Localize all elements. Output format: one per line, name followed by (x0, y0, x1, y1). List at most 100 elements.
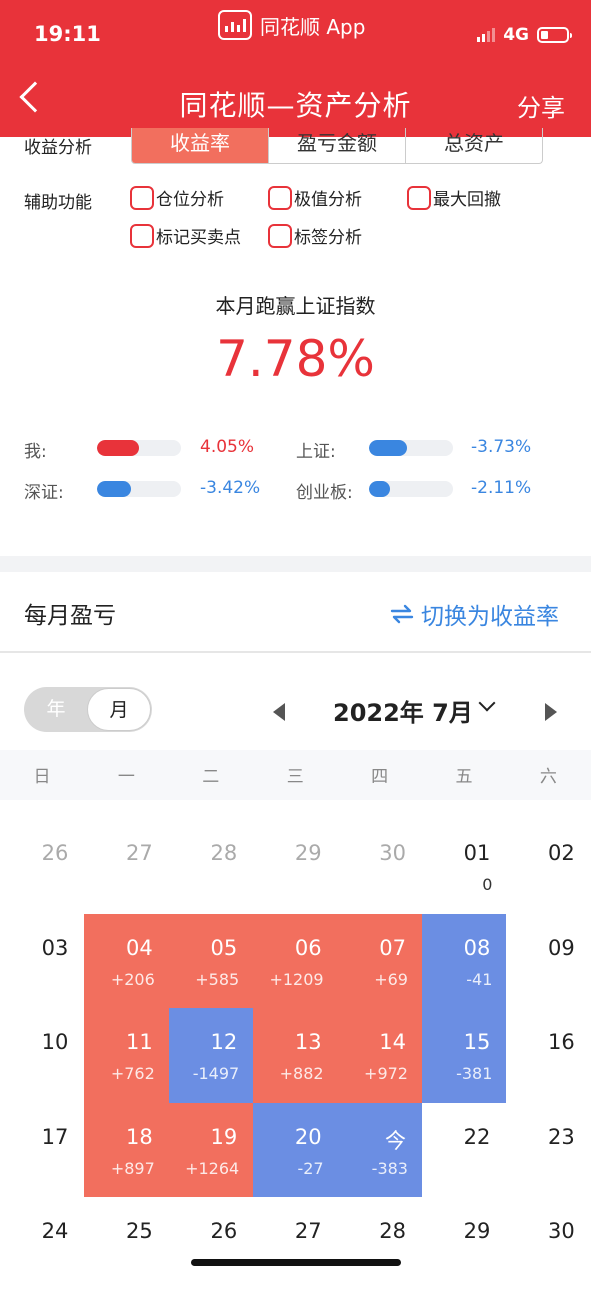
calendar-day-cell[interactable]: 今 -383 (337, 1102, 422, 1197)
day-number: 20 (294, 1124, 322, 1149)
calendar-day-cell[interactable]: 18 +897 (84, 1102, 169, 1197)
day-number: 30 (379, 841, 406, 865)
day-number: 28 (210, 841, 238, 865)
day-number: 23 (548, 1124, 575, 1149)
checkbox-extreme-analysis[interactable]: 极值分析 (268, 185, 362, 210)
aux-label: 辅助功能 (24, 193, 92, 213)
calendar-day-cell[interactable]: 07 +69 (337, 913, 422, 1008)
day-pnl: -383 (371, 1158, 408, 1178)
calendar-day-cell[interactable]: 06 +1209 (253, 913, 338, 1008)
next-month-icon[interactable] (545, 703, 557, 721)
calendar-day-cell[interactable]: 24 (0, 1197, 84, 1292)
day-number: 02 (548, 841, 575, 865)
checkbox-max-drawdown[interactable]: 最大回撤 (407, 185, 501, 210)
switch-to-return-button[interactable]: 切换为收益率 (389, 597, 559, 631)
home-indicator (191, 1259, 401, 1266)
weekday-label: 四 (371, 767, 389, 787)
weekday-label: 三 (286, 767, 304, 787)
calendar-day-cell[interactable]: 04 +206 (84, 913, 169, 1008)
status-time: 19:11 (34, 22, 101, 46)
weekday-header: 日 一 二 三 四 五 六 (0, 750, 591, 800)
day-number: 30 (548, 1219, 575, 1243)
checkbox-trade-points[interactable]: 标记买卖点 (130, 223, 241, 248)
day-number: 13 (294, 1030, 322, 1054)
checkbox-icon (268, 185, 292, 210)
compare-bar-shanghai (369, 440, 453, 456)
calendar-day-cell[interactable]: 15 -381 (422, 1008, 507, 1103)
compare-bar-fill (369, 440, 407, 456)
day-number: 25 (126, 1219, 153, 1243)
status-app-link[interactable]: 同花顺 App (218, 10, 365, 40)
calendar-day-cell[interactable]: 10 (0, 1008, 84, 1103)
day-number: 06 (294, 935, 322, 960)
calendar-day-cell[interactable]: 17 (0, 1103, 84, 1198)
tab-total-assets[interactable]: 总资产 (406, 128, 542, 163)
calendar-day-cell[interactable]: 26 (0, 819, 84, 914)
day-number: 19 (210, 1124, 238, 1149)
day-number: 18 (126, 1124, 153, 1149)
day-pnl: +1264 (185, 1158, 240, 1178)
battery-icon (537, 27, 572, 43)
calendar-day-cell[interactable]: 27 (253, 1197, 337, 1292)
calendar-day-cell[interactable]: 27 (84, 819, 168, 914)
day-number: 16 (548, 1030, 575, 1054)
analysis-label: 收益分析 (24, 138, 92, 158)
network-label: 4G (503, 25, 529, 45)
checkbox-icon (407, 185, 431, 210)
calendar-day-cell[interactable]: 28 (169, 819, 253, 914)
calendar-day-cell[interactable]: 23 (506, 1103, 590, 1198)
calendar-day-cell[interactable]: 12 -1497 (168, 1008, 254, 1103)
status-app-name: 同花顺 App (260, 14, 366, 39)
calendar-day-cell[interactable]: 26 (169, 1197, 253, 1292)
calendar-day-cell[interactable]: 11 +762 (84, 1008, 169, 1103)
calendar-day-cell[interactable]: 19 +1264 (168, 1102, 254, 1197)
tab-return-rate[interactable]: 收益率 (132, 128, 269, 163)
year-month-toggle[interactable]: 年 月 (24, 687, 152, 732)
day-pnl: +882 (279, 1064, 324, 1083)
compare-value-chinext: -2.11% (471, 478, 532, 498)
calendar-day-cell[interactable]: 29 (253, 819, 337, 914)
toggle-year[interactable]: 年 (24, 687, 88, 732)
share-button[interactable]: 分享 (517, 88, 565, 123)
compare-value-me: 4.05% (200, 437, 255, 457)
calendar-day-cell[interactable]: 30 (506, 1197, 590, 1292)
weekday-label: 六 (539, 767, 557, 787)
day-number: 04 (126, 935, 153, 960)
app-logo-icon (218, 10, 252, 40)
calendar-day-cell[interactable]: 25 (84, 1197, 168, 1292)
calendar-day-cell[interactable]: 22 (422, 1103, 506, 1198)
calendar-day-cell[interactable]: 02 (506, 819, 590, 914)
compare-label-me: 我: (24, 442, 47, 462)
day-pnl: -41 (466, 969, 493, 989)
compare-value-shenzhen: -3.42% (200, 478, 261, 498)
toggle-month[interactable]: 月 (87, 688, 151, 731)
day-number: 29 (463, 1219, 491, 1243)
day-number: 15 (463, 1030, 491, 1054)
calendar-day-cell[interactable]: 28 (338, 1197, 422, 1292)
chevron-down-icon[interactable] (478, 694, 496, 712)
compare-bar-chinext (369, 481, 453, 497)
checkbox-tag-analysis[interactable]: 标签分析 (268, 223, 362, 248)
month-selector[interactable]: 2022年 7月 (333, 693, 473, 728)
calendar-day-cell[interactable]: 05 +585 (168, 913, 254, 1008)
compare-bar-fill (97, 481, 131, 497)
day-number: 08 (463, 935, 491, 960)
calendar-day-cell[interactable]: 20 -27 (253, 1102, 338, 1197)
checkbox-position-analysis[interactable]: 仓位分析 (130, 185, 224, 210)
calendar-day-cell[interactable]: 13 +882 (253, 1008, 338, 1103)
calendar-day-cell[interactable]: 16 (506, 1008, 590, 1103)
calendar-day-cell[interactable]: 14 +972 (337, 1008, 422, 1103)
calendar-day-cell[interactable]: 30 (338, 819, 422, 914)
calendar-day-cell[interactable]: 09 (506, 914, 590, 1009)
day-pnl: -1497 (192, 1064, 240, 1083)
calendar-day-cell[interactable]: 01 0 (422, 819, 506, 914)
calendar-day-cell[interactable]: 29 (422, 1197, 506, 1292)
compare-value-shanghai: -3.73% (471, 437, 532, 457)
day-number: 11 (126, 1030, 153, 1054)
day-pnl: +585 (195, 969, 240, 989)
calendar-day-cell[interactable]: 03 (0, 914, 84, 1009)
calendar-day-cell[interactable]: 08 -41 (422, 913, 507, 1008)
day-pnl: +972 (364, 1064, 408, 1083)
tab-pnl-amount[interactable]: 盈亏金额 (269, 128, 406, 163)
prev-month-icon[interactable] (273, 703, 285, 721)
